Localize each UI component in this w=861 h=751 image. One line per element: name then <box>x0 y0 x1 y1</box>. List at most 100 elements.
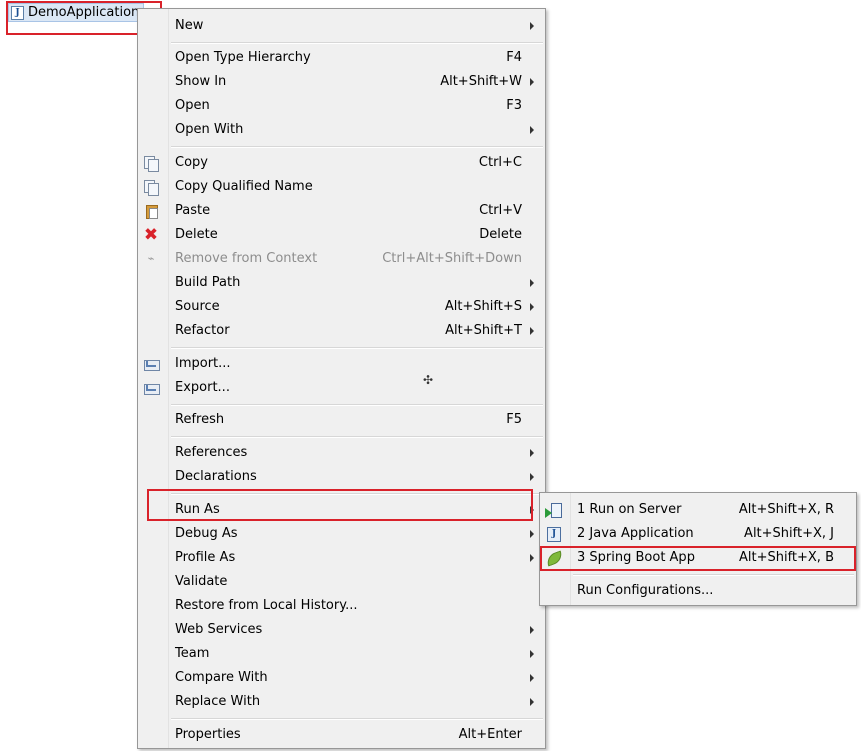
menu-item-label: Show In <box>175 74 227 89</box>
menu-item-shortcut: Alt+Shift+X, B <box>738 550 834 565</box>
copy-icon <box>143 155 159 172</box>
menu-item-open-with[interactable]: Open With <box>138 118 545 142</box>
menu-item-debug-as[interactable]: Debug As <box>138 522 545 546</box>
menu-item-label: 2 Java Application <box>577 526 694 541</box>
menu-item-shortcut: Alt+Shift+X, R <box>738 502 834 517</box>
run-as-submenu: 1 Run on Server Alt+Shift+X, R J 2 Java … <box>539 492 857 606</box>
menu-separator <box>171 436 543 438</box>
menu-item-import[interactable]: Import... <box>138 352 545 376</box>
submenu-item-java-application[interactable]: J 2 Java Application Alt+Shift+X, J <box>540 522 856 546</box>
menu-item-team[interactable]: Team <box>138 642 545 666</box>
mouse-cursor-icon: ✣ <box>423 373 434 387</box>
menu-item-shortcut: F4 <box>506 50 522 65</box>
menu-item-label: Import... <box>175 356 231 371</box>
submenu-arrow-icon <box>530 327 534 335</box>
menu-item-label: Debug As <box>175 526 238 541</box>
menu-item-copy-qualified-name[interactable]: Copy Qualified Name <box>138 175 545 199</box>
menu-item-label: Open With <box>175 122 244 137</box>
menu-item-refresh[interactable]: Refresh F5 <box>138 408 545 432</box>
menu-item-run-as[interactable]: Run As <box>138 498 545 522</box>
menu-item-remove-from-context: ⌁ Remove from Context Ctrl+Alt+Shift+Dow… <box>138 247 545 271</box>
menu-item-label: Restore from Local History... <box>175 598 358 613</box>
menu-item-label: References <box>175 445 248 460</box>
menu-item-label: Open <box>175 98 210 113</box>
menu-item-open[interactable]: Open F3 <box>138 94 545 118</box>
menu-item-label: Validate <box>175 574 228 589</box>
menu-item-web-services[interactable]: Web Services <box>138 618 545 642</box>
menu-item-shortcut: Ctrl+V <box>479 203 522 218</box>
menu-item-shortcut: Alt+Shift+S <box>444 299 522 314</box>
menu-item-label: New <box>175 18 204 33</box>
menu-item-label: Build Path <box>175 275 241 290</box>
submenu-arrow-icon <box>530 674 534 682</box>
submenu-arrow-icon <box>530 650 534 658</box>
menu-separator <box>171 42 543 44</box>
menu-item-shortcut: F3 <box>506 98 522 113</box>
tree-node-label: DemoApplication <box>28 5 140 20</box>
delete-icon: ✖ <box>143 225 159 245</box>
menu-item-label: Copy Qualified Name <box>175 179 313 194</box>
submenu-arrow-icon <box>530 530 534 538</box>
menu-item-build-path[interactable]: Build Path <box>138 271 545 295</box>
menu-item-label: Properties <box>175 727 241 742</box>
menu-separator <box>171 718 543 720</box>
submenu-arrow-icon <box>530 698 534 706</box>
submenu-arrow-icon <box>530 303 534 311</box>
menu-item-new[interactable]: New <box>138 14 545 38</box>
menu-item-properties[interactable]: Properties Alt+Enter <box>138 723 545 747</box>
menu-item-show-in[interactable]: Show In Alt+Shift+W <box>138 70 545 94</box>
submenu-arrow-icon <box>530 626 534 634</box>
menu-item-replace-with[interactable]: Replace With <box>138 690 545 714</box>
copy-qualified-name-icon <box>143 179 159 196</box>
menu-item-label: Declarations <box>175 469 257 484</box>
menu-item-paste[interactable]: Paste Ctrl+V <box>138 199 545 223</box>
menu-item-profile-as[interactable]: Profile As <box>138 546 545 570</box>
menu-item-label: Team <box>175 646 210 661</box>
submenu-arrow-icon <box>530 126 534 134</box>
menu-item-restore-from-local-history[interactable]: Restore from Local History... <box>138 594 545 618</box>
menu-item-shortcut: Alt+Shift+X, J <box>744 526 834 541</box>
paste-icon <box>143 203 159 219</box>
menu-item-export[interactable]: Export... <box>138 376 545 400</box>
menu-item-compare-with[interactable]: Compare With <box>138 666 545 690</box>
submenu-item-run-on-server[interactable]: 1 Run on Server Alt+Shift+X, R <box>540 498 856 522</box>
menu-item-open-type-hierarchy[interactable]: Open Type Hierarchy F4 <box>138 46 545 70</box>
menu-item-shortcut: Ctrl+C <box>478 155 522 170</box>
menu-item-refactor[interactable]: Refactor Alt+Shift+T <box>138 319 545 343</box>
menu-item-shortcut: F5 <box>506 412 522 427</box>
java-application-icon: J <box>545 526 561 542</box>
submenu-item-spring-boot-app[interactable]: 3 Spring Boot App Alt+Shift+X, B <box>540 546 856 570</box>
menu-separator <box>171 146 543 148</box>
menu-item-label: 3 Spring Boot App <box>577 550 695 565</box>
menu-item-validate[interactable]: Validate <box>138 570 545 594</box>
menu-item-source[interactable]: Source Alt+Shift+S <box>138 295 545 319</box>
menu-item-label: Refactor <box>175 323 230 338</box>
menu-item-label: Open Type Hierarchy <box>175 50 311 65</box>
menu-item-shortcut: Alt+Shift+T <box>445 323 522 338</box>
submenu-arrow-icon <box>530 449 534 457</box>
context-menu: New Open Type Hierarchy F4 Show In Alt+S… <box>137 8 546 749</box>
import-icon <box>143 356 160 372</box>
menu-item-shortcut: Ctrl+Alt+Shift+Down <box>382 251 522 266</box>
menu-item-copy[interactable]: Copy Ctrl+C <box>138 151 545 175</box>
menu-item-label: Compare With <box>175 670 268 685</box>
menu-item-label: Web Services <box>175 622 263 637</box>
java-file-icon: J <box>11 5 24 20</box>
submenu-arrow-icon <box>530 78 534 86</box>
remove-from-context-icon: ⌁ <box>147 252 155 265</box>
menu-item-declarations[interactable]: Declarations <box>138 465 545 489</box>
submenu-item-run-configurations[interactable]: Run Configurations... <box>540 579 856 603</box>
submenu-arrow-icon <box>530 473 534 481</box>
menu-separator <box>171 347 543 349</box>
menu-item-label: Run As <box>175 502 220 517</box>
menu-item-shortcut: Alt+Shift+W <box>440 74 522 89</box>
submenu-arrow-icon <box>530 22 534 30</box>
tree-node-demo-application[interactable]: J DemoApplication <box>8 3 145 22</box>
menu-item-label: Profile As <box>175 550 236 565</box>
spring-leaf-icon <box>544 550 565 567</box>
menu-item-label: Refresh <box>175 412 225 427</box>
menu-separator <box>171 404 543 406</box>
menu-item-label: Copy <box>175 155 208 170</box>
menu-item-references[interactable]: References <box>138 441 545 465</box>
menu-item-delete[interactable]: ✖ Delete Delete <box>138 223 545 247</box>
